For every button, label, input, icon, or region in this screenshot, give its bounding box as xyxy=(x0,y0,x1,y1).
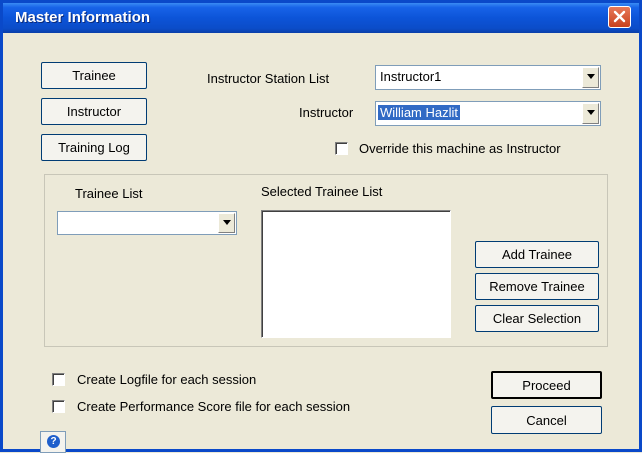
instructor-station-label: Instructor Station List xyxy=(207,71,330,86)
instructor-label: Instructor xyxy=(299,105,354,120)
cancel-button[interactable]: Cancel xyxy=(491,406,602,434)
logfile-label: Create Logfile for each session xyxy=(77,372,257,387)
instructor-dropdown-button[interactable] xyxy=(582,103,599,124)
help-button[interactable]: ? xyxy=(40,431,66,453)
close-icon xyxy=(613,10,626,23)
title-bar[interactable]: Master Information xyxy=(3,3,639,33)
override-label: Override this machine as Instructor xyxy=(359,141,561,156)
remove-trainee-button[interactable]: Remove Trainee xyxy=(475,273,599,300)
selected-trainee-listbox[interactable] xyxy=(261,210,451,338)
close-button[interactable] xyxy=(608,6,631,28)
instructor-select[interactable]: William Hazlit xyxy=(375,101,601,126)
chevron-down-icon xyxy=(223,220,231,225)
logfile-checkbox[interactable] xyxy=(52,373,65,386)
help-icon: ? xyxy=(47,435,60,448)
chevron-down-icon xyxy=(587,74,595,79)
trainee-list-dropdown-button[interactable] xyxy=(218,213,235,233)
trainee-list-select[interactable] xyxy=(57,211,237,235)
master-information-dialog: Master Information Trainee Instructor Tr… xyxy=(0,0,642,453)
instructor-station-dropdown-button[interactable] xyxy=(582,67,599,88)
chevron-down-icon xyxy=(587,110,595,115)
performance-checkbox[interactable] xyxy=(52,400,65,413)
instructor-station-select[interactable]: Instructor1 xyxy=(375,65,601,90)
trainee-list-label: Trainee List xyxy=(75,186,143,201)
trainee-button[interactable]: Trainee xyxy=(41,62,147,89)
selected-trainee-list-label: Selected Trainee List xyxy=(261,184,383,199)
instructor-value: William Hazlit xyxy=(378,105,460,120)
instructor-button[interactable]: Instructor xyxy=(41,98,147,125)
window-title: Master Information xyxy=(15,9,151,26)
add-trainee-button[interactable]: Add Trainee xyxy=(475,241,599,268)
training-log-button[interactable]: Training Log xyxy=(41,134,147,161)
clear-selection-button[interactable]: Clear Selection xyxy=(475,305,599,332)
performance-label: Create Performance Score file for each s… xyxy=(77,399,351,414)
proceed-button[interactable]: Proceed xyxy=(491,371,602,399)
instructor-station-value: Instructor1 xyxy=(380,69,442,84)
override-checkbox[interactable] xyxy=(335,142,348,155)
